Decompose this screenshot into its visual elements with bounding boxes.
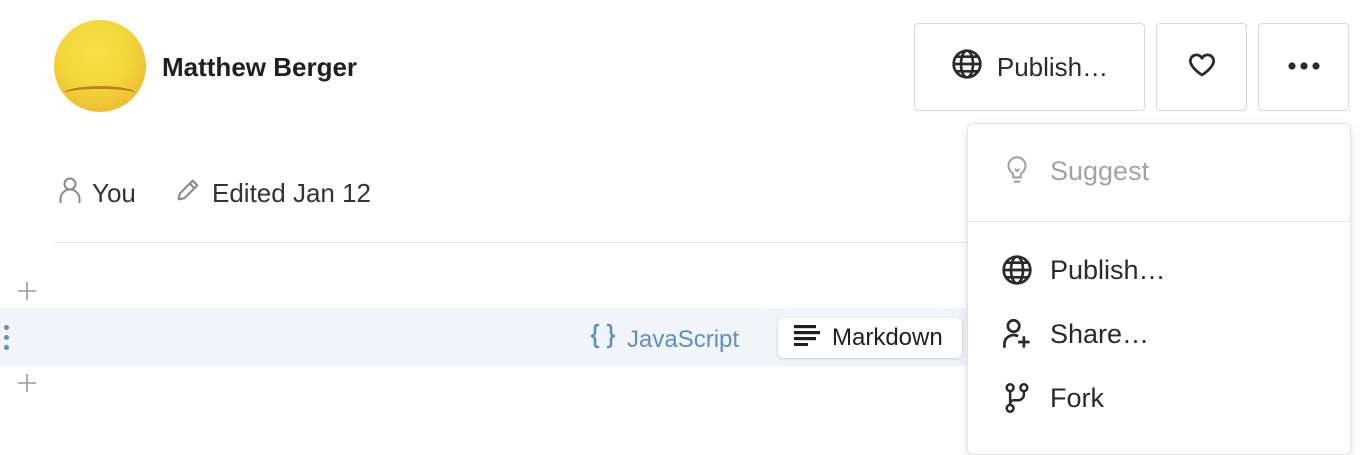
cell-drag-handle[interactable] (0, 308, 12, 366)
add-cell-above-button[interactable] (16, 280, 38, 302)
menu-item-share[interactable]: Share… (1000, 317, 1149, 351)
more-options-button[interactable] (1258, 23, 1349, 111)
header-divider (54, 242, 974, 243)
menu-item-label: Publish… (1050, 254, 1166, 285)
avatar[interactable] (54, 20, 146, 112)
owner-meta[interactable]: You (58, 176, 136, 211)
menu-item-fork[interactable]: Fork (1000, 381, 1104, 415)
drag-dot (3, 324, 9, 330)
lightbulb-icon (1000, 154, 1034, 188)
more-horizontal-icon (1287, 58, 1321, 76)
drag-dot (3, 344, 9, 350)
menu-item-suggest: Suggest (1000, 154, 1149, 188)
edited-meta[interactable]: Edited Jan 12 (174, 176, 371, 211)
add-user-icon (1000, 317, 1034, 351)
menu-item-label: Suggest (1050, 155, 1150, 186)
heart-icon (1187, 50, 1217, 85)
braces-icon (589, 323, 617, 356)
fork-icon (1000, 381, 1034, 415)
javascript-mode-button[interactable]: JavaScript (589, 323, 739, 356)
edited-label: Edited Jan 12 (212, 178, 372, 208)
plus-icon (18, 374, 36, 392)
text-lines-icon (794, 324, 820, 353)
plus-icon (18, 282, 36, 300)
markdown-label: Markdown (832, 324, 943, 351)
pencil-icon (174, 176, 202, 211)
author-name[interactable]: Matthew Berger (162, 52, 357, 83)
menu-item-label: Share… (1050, 318, 1150, 349)
like-button[interactable] (1156, 23, 1247, 111)
more-options-menu: Suggest Publish… Share… Fork (967, 123, 1351, 455)
publish-button[interactable]: Publish… (914, 23, 1145, 111)
globe-icon (951, 48, 983, 87)
globe-icon (1000, 253, 1034, 287)
javascript-label: JavaScript (627, 325, 740, 353)
markdown-mode-button[interactable]: Markdown (778, 318, 962, 358)
drag-dot (3, 334, 9, 340)
owner-label: You (92, 178, 136, 208)
menu-divider (968, 221, 1350, 222)
menu-item-publish[interactable]: Publish… (1000, 253, 1166, 287)
add-cell-below-button[interactable] (16, 372, 38, 394)
menu-item-label: Fork (1050, 382, 1104, 413)
user-icon (58, 176, 82, 211)
publish-button-label: Publish… (996, 51, 1109, 82)
